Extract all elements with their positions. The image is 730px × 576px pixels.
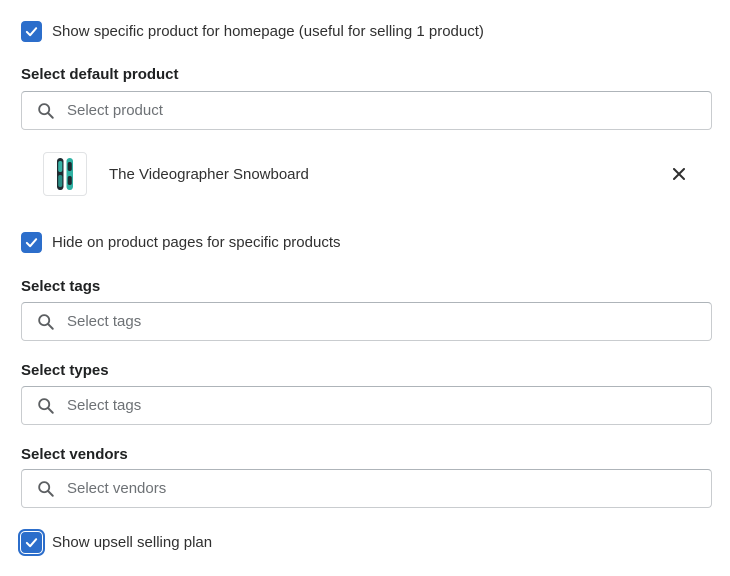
tags-label: Select tags <box>21 278 101 295</box>
hide-on-product-pages-checkbox-label[interactable]: Hide on product pages for specific produ… <box>52 234 341 251</box>
tags-input[interactable] <box>67 313 667 330</box>
default-product-input[interactable] <box>67 102 667 119</box>
default-product-search[interactable] <box>21 91 712 130</box>
product-title: The Videographer Snowboard <box>109 165 309 183</box>
selected-product-item: The Videographer Snowboard <box>43 152 712 196</box>
vendors-label: Select vendors <box>21 446 128 463</box>
homepage-product-checkbox-label[interactable]: Show specific product for homepage (usef… <box>52 23 484 40</box>
checkmark-icon <box>25 237 38 247</box>
upsell-selling-plan-option[interactable]: Show upsell selling plan <box>21 531 212 553</box>
search-icon <box>37 102 55 120</box>
product-thumbnail <box>43 152 87 196</box>
upsell-selling-plan-checkbox[interactable] <box>21 531 42 553</box>
upsell-selling-plan-checkbox-label[interactable]: Show upsell selling plan <box>52 534 212 551</box>
checkmark-icon <box>25 537 38 547</box>
homepage-product-checkbox[interactable] <box>21 20 42 42</box>
vendors-search[interactable] <box>21 469 712 508</box>
checkmark-icon <box>25 26 38 36</box>
hide-on-product-pages-option[interactable]: Hide on product pages for specific produ… <box>21 231 341 253</box>
vendors-input[interactable] <box>67 480 667 497</box>
search-icon <box>37 313 55 331</box>
tags-search[interactable] <box>21 302 712 341</box>
hide-on-product-pages-checkbox[interactable] <box>21 231 42 253</box>
types-input[interactable] <box>67 397 667 414</box>
close-icon <box>673 168 685 180</box>
snowboard-image <box>57 158 73 190</box>
remove-product-button[interactable] <box>669 164 689 184</box>
types-label: Select types <box>21 362 109 379</box>
homepage-product-option[interactable]: Show specific product for homepage (usef… <box>21 20 484 42</box>
types-search[interactable] <box>21 386 712 425</box>
default-product-label: Select default product <box>21 66 179 83</box>
search-icon <box>37 397 55 415</box>
search-icon <box>37 480 55 498</box>
